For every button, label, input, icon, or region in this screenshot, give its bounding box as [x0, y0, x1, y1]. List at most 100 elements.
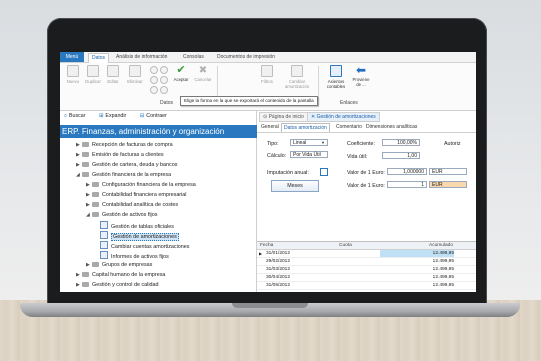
tree-item[interactable]: Cambiar cuentas amortizaciones [100, 241, 190, 250]
table-row[interactable]: 31/03/2012 12.499,95 [257, 266, 476, 274]
table-row[interactable]: 30/04/2012 12.499,95 [257, 274, 476, 282]
folder-icon [82, 152, 89, 157]
tree-item[interactable]: ▶ Gestión de cartera, deuda y bancos [76, 161, 177, 169]
coefficient-field[interactable]: 100,00% [382, 139, 420, 146]
tab-home[interactable]: ⊙ Página de inicio [259, 112, 308, 122]
small-action-icon[interactable] [150, 86, 158, 94]
type-label: Tipo: [267, 141, 279, 147]
tab-datos[interactable]: Datos [88, 53, 110, 63]
subtab-analytic-dimensions[interactable]: Dimensiones analíticas [364, 123, 419, 131]
euro-value-field-2[interactable]: 1 [387, 181, 427, 188]
tree-item[interactable]: ◢ Gestión de activos fijos [86, 211, 157, 219]
table-row[interactable]: 31/05/2012 12.499,95 [257, 282, 476, 290]
folder-open-icon [82, 172, 89, 177]
folder-icon [92, 202, 99, 207]
tab-amortization-management[interactable]: ✕ Gestión de amortizaciones [307, 112, 380, 122]
subtab-amortization-data[interactable]: Datos amortización [281, 123, 330, 132]
annual-imputation-label: Imputación anual: [267, 170, 309, 176]
module-title: ERP. Finanzas, administración y organiza… [60, 125, 258, 138]
search-icon: ⌕ [64, 113, 67, 119]
euro-value-field[interactable]: 1,000000 [387, 168, 427, 175]
small-action-icon[interactable] [160, 76, 168, 84]
small-action-icon[interactable] [160, 66, 168, 74]
column-header-date[interactable]: Fecha [260, 242, 273, 249]
small-action-icon[interactable] [160, 86, 168, 94]
tree-item[interactable]: ▶ Configuración financiera de la empresa [86, 181, 196, 189]
filter-icon [261, 65, 273, 77]
chevron-down-icon[interactable]: ▼ [321, 140, 326, 145]
amortization-grid: Fecha Cuota Acumulado ▶ 31/01/2012 12.49… [257, 241, 476, 292]
tree-item-selected[interactable]: Gestión de amortizaciones [100, 231, 179, 241]
document-tabs: ⊙ Página de inicio ✕ Gestión de amortiza… [257, 112, 476, 122]
tree-item[interactable]: ▶ Contabilidad financiera empresarial [86, 191, 187, 199]
accept-button[interactable]: ✔ Aceptar [170, 65, 192, 83]
collapse-tree-button[interactable]: ⊟ Contraer [140, 113, 173, 119]
cancel-button[interactable]: ✖ Cancelar [192, 65, 214, 82]
folder-icon [82, 142, 89, 147]
small-action-icon[interactable] [150, 76, 158, 84]
tree-item[interactable]: Informes de activos fijos [100, 251, 169, 260]
tab-analisis[interactable]: Análisis de información [116, 53, 167, 62]
navigation-panel: ⌕ Buscar ⊞ Expandir ⊟ Contraer ERP. Finanza… [60, 111, 258, 292]
tree-item[interactable]: ▶ Capital humano de la empresa [76, 271, 165, 279]
subtab-general[interactable]: General [259, 123, 281, 131]
folder-open-icon [92, 212, 99, 217]
delete-icon [129, 65, 141, 77]
document-icon [100, 251, 108, 259]
accounting-entries-button[interactable]: Asientos contables [323, 65, 349, 89]
useful-life-field[interactable]: 1,00 [382, 152, 420, 159]
euro-value-label: Valor de 1 Euro: [347, 170, 385, 176]
app-screen: Menú Datos Análisis de información Conso… [60, 52, 476, 292]
tree-item[interactable]: ◢ Gestión financiera de la empresa [76, 171, 171, 179]
annual-imputation-checkbox[interactable] [320, 168, 328, 176]
tree-item[interactable]: ▶ Gestión y control de calidad [76, 281, 159, 289]
group-label-datos: Datos [160, 100, 174, 106]
comes-from-button[interactable]: ⬅ Proviene de ... [350, 64, 372, 87]
new-button[interactable]: Nuevo [64, 65, 82, 84]
table-row[interactable]: ▶ 31/01/2012 12.499,95 [257, 250, 476, 258]
tab-consolas[interactable]: Consolas [183, 53, 204, 62]
subtab-comment[interactable]: Comentario [334, 123, 364, 131]
duplicate-button[interactable]: Duplicar [84, 65, 102, 84]
expand-tree-button[interactable]: ⊞ Expandir [99, 113, 132, 119]
currency-field-2[interactable]: EUR [429, 181, 467, 188]
row-marker-icon: ▶ [259, 251, 263, 256]
expand-icon: ⊞ [98, 113, 104, 119]
folder-icon [82, 162, 89, 167]
tree-item[interactable]: ▶ Grupos de empresas [86, 261, 152, 269]
calculation-label: Cálculo: [267, 153, 287, 159]
calculation-select[interactable]: Por Vida Útil [290, 151, 328, 158]
folder-icon [82, 272, 89, 277]
group-label-enlaces: Enlaces [340, 100, 358, 106]
menu-tab[interactable]: Menú [60, 52, 84, 62]
document-icon [100, 221, 108, 229]
search-tree-button[interactable]: ⌕ Buscar [64, 113, 91, 119]
tree-item[interactable]: ▶ Recepción de facturas de compra [76, 141, 173, 149]
tree-item[interactable]: Gestión de tablas oficiales [100, 221, 174, 230]
document-icon [100, 241, 108, 249]
column-header-quota[interactable]: Cuota [339, 242, 352, 249]
laptop-notch [232, 303, 308, 308]
tab-documentos-impresion[interactable]: Documentos de impresión [217, 53, 275, 62]
delete-button[interactable]: Eliminar [124, 65, 146, 84]
months-button[interactable]: Meses [271, 180, 319, 192]
currency-field[interactable]: EUR [429, 168, 467, 175]
small-action-icon[interactable] [150, 66, 158, 74]
tree-item[interactable]: ▶ Contabilidad analítica de costes [86, 201, 178, 209]
edit-icon [107, 65, 119, 77]
edit-button[interactable]: Editar [104, 65, 122, 84]
filters-button[interactable]: Filtros [258, 65, 276, 84]
table-row[interactable]: 29/02/2012 12.499,95 [257, 258, 476, 266]
useful-life-label: Vida útil: [347, 154, 368, 160]
folder-icon [92, 262, 99, 267]
folder-icon [92, 182, 99, 187]
form-subtabs: General Datos amortización Comentario Di… [257, 123, 476, 133]
change-amortization-button[interactable]: Cambiar amortización [282, 65, 312, 89]
column-header-accumulated[interactable]: Acumulado [429, 242, 453, 249]
ribbon: Nuevo Duplicar Editar Eliminar ✔ Aceptar… [60, 63, 476, 111]
close-icon[interactable]: ✕ [311, 114, 315, 120]
euro-value-label-2: Valor de 1 Euro: [347, 183, 385, 189]
export-tooltip: Elige la forma en la que se exportará el… [180, 96, 318, 106]
tree-item[interactable]: ▶ Emisión de facturas a clientes [76, 151, 164, 159]
duplicate-icon [87, 65, 99, 77]
